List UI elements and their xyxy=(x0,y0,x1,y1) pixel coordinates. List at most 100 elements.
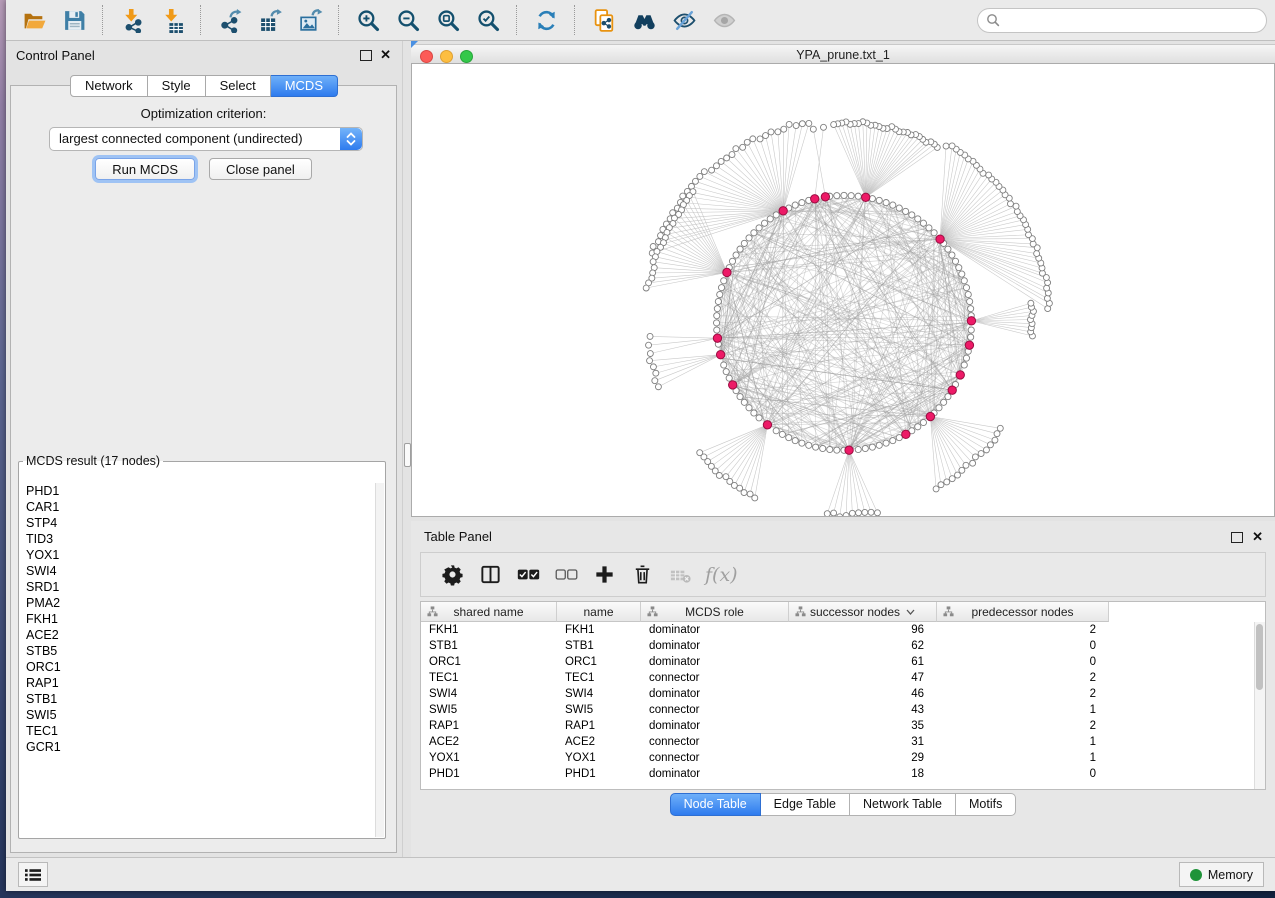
table-type-tabs: Node TableEdge TableNetwork TableMotifs xyxy=(411,793,1275,816)
mcds-result-item[interactable]: TEC1 xyxy=(20,723,376,739)
mcds-result-item[interactable]: CAR1 xyxy=(20,499,376,515)
table-cell: 2 xyxy=(937,622,1109,638)
table-row[interactable]: TEC1TEC1connector472 xyxy=(421,670,1255,686)
mcds-result-item[interactable]: PMA2 xyxy=(20,595,376,611)
tab-mcds[interactable]: MCDS xyxy=(271,75,338,97)
table-row[interactable]: YOX1YOX1connector291 xyxy=(421,750,1255,766)
float-panel-icon[interactable] xyxy=(360,50,372,61)
mcds-result-item[interactable]: GCR1 xyxy=(20,739,376,755)
delete-table-button[interactable] xyxy=(661,557,699,593)
table-cell: RAP1 xyxy=(421,718,557,734)
export-table-button[interactable] xyxy=(253,4,287,36)
table-cell: 2 xyxy=(937,670,1109,686)
mcds-result-item[interactable]: TID3 xyxy=(20,531,376,547)
mcds-result-scrollbar[interactable] xyxy=(375,483,384,837)
delete-columns-button[interactable] xyxy=(623,557,661,593)
mcds-result-item[interactable]: ORC1 xyxy=(20,659,376,675)
column-header-shared-name[interactable]: shared name xyxy=(421,602,557,622)
save-session-button[interactable] xyxy=(57,4,91,36)
network-graph[interactable] xyxy=(412,64,1274,516)
first-neighbors-button[interactable] xyxy=(627,4,661,36)
task-history-button[interactable] xyxy=(18,862,48,887)
table-cell: dominator xyxy=(641,686,789,702)
zoom-selected-button[interactable] xyxy=(471,4,505,36)
mcds-result-list[interactable]: PHD1CAR1STP4TID3YOX1SWI4SRD1PMA2FKH1ACE2… xyxy=(20,483,376,837)
table-cell: PHD1 xyxy=(421,766,557,782)
table-scrollbar[interactable] xyxy=(1254,622,1265,789)
refresh-arrows-icon xyxy=(534,8,559,33)
column-header-MCDS-role[interactable]: MCDS role xyxy=(641,602,789,622)
mcds-result-item[interactable]: STP4 xyxy=(20,515,376,531)
open-session-button[interactable] xyxy=(17,4,51,36)
close-panel-icon[interactable]: ✕ xyxy=(380,47,391,63)
column-header-name[interactable]: name xyxy=(557,602,641,622)
function-builder-button[interactable]: f(x) xyxy=(705,564,738,586)
tab-network-table[interactable]: Network Table xyxy=(850,793,956,816)
tab-network[interactable]: Network xyxy=(70,75,148,97)
import-network-button[interactable] xyxy=(115,4,149,36)
export-image-icon xyxy=(298,8,323,33)
add-column-button[interactable] xyxy=(585,557,623,593)
import-table-button[interactable] xyxy=(155,4,189,36)
optimization-criterion-label: Optimization criterion: xyxy=(11,106,396,121)
export-image-button[interactable] xyxy=(293,4,327,36)
deselect-all-rows-button[interactable] xyxy=(547,557,585,593)
table-cell: SWI5 xyxy=(421,702,557,718)
table-row[interactable]: ORC1ORC1dominator610 xyxy=(421,654,1255,670)
search-input[interactable] xyxy=(977,8,1267,33)
table-row[interactable]: SWI4SWI4dominator462 xyxy=(421,686,1255,702)
mcds-result-item[interactable]: STB1 xyxy=(20,691,376,707)
tab-style[interactable]: Style xyxy=(148,75,206,97)
zoom-fit-button[interactable] xyxy=(431,4,465,36)
table-header-row: shared namenameMCDS rolesuccessor nodesp… xyxy=(421,602,1109,622)
close-panel-icon[interactable]: ✕ xyxy=(1252,529,1263,545)
table-row[interactable]: PHD1PHD1dominator180 xyxy=(421,766,1255,782)
mcds-result-item[interactable]: SWI4 xyxy=(20,563,376,579)
network-window: YPA_prune.txt_1 xyxy=(411,41,1275,517)
scrollbar-thumb[interactable] xyxy=(1256,624,1263,690)
mcds-result-item[interactable]: FKH1 xyxy=(20,611,376,627)
select-all-rows-button[interactable] xyxy=(509,557,547,593)
run-mcds-button[interactable]: Run MCDS xyxy=(95,158,195,180)
mcds-result-item[interactable]: SWI5 xyxy=(20,707,376,723)
tab-motifs[interactable]: Motifs xyxy=(956,793,1016,816)
column-header-predecessor-nodes[interactable]: predecessor nodes xyxy=(937,602,1109,622)
apply-layout-button[interactable] xyxy=(529,4,563,36)
table-row[interactable]: SWI5SWI5connector431 xyxy=(421,702,1255,718)
table-row[interactable]: RAP1RAP1dominator352 xyxy=(421,718,1255,734)
mcds-result-item[interactable]: ACE2 xyxy=(20,627,376,643)
table-row[interactable]: ACE2ACE2connector311 xyxy=(421,734,1255,750)
network-canvas[interactable] xyxy=(411,63,1275,517)
splitter-grip[interactable] xyxy=(404,443,411,467)
memory-button[interactable]: Memory xyxy=(1179,862,1264,887)
show-all-button[interactable] xyxy=(707,4,741,36)
tab-edge-table[interactable]: Edge Table xyxy=(761,793,850,816)
float-panel-icon[interactable] xyxy=(1231,532,1243,543)
control-panel-title: Control Panel xyxy=(16,48,95,63)
close-panel-button[interactable]: Close panel xyxy=(209,158,312,180)
mcds-result-item[interactable]: STB5 xyxy=(20,643,376,659)
tab-node-table[interactable]: Node Table xyxy=(670,793,761,816)
export-network-button[interactable] xyxy=(213,4,247,36)
table-row[interactable]: FKH1FKH1dominator962 xyxy=(421,622,1255,638)
table-row[interactable]: STB1STB1dominator620 xyxy=(421,638,1255,654)
select-all-icon xyxy=(517,563,540,586)
zoom-in-button[interactable] xyxy=(351,4,385,36)
mcds-result-item[interactable]: YOX1 xyxy=(20,547,376,563)
toolbar-separator xyxy=(338,5,340,35)
optimization-dropdown[interactable]: largest connected component (undirected) xyxy=(49,127,363,151)
zoom-out-button[interactable] xyxy=(391,4,425,36)
mcds-result-item[interactable]: PHD1 xyxy=(20,483,376,499)
split-panel-button[interactable] xyxy=(471,557,509,593)
table-cell: STB1 xyxy=(557,638,641,654)
table-cell: 29 xyxy=(789,750,937,766)
hide-selection-button[interactable] xyxy=(667,4,701,36)
table-cell: connector xyxy=(641,702,789,718)
mcds-result-item[interactable]: SRD1 xyxy=(20,579,376,595)
table-cell: 43 xyxy=(789,702,937,718)
new-network-from-selection-button[interactable] xyxy=(587,4,621,36)
tab-select[interactable]: Select xyxy=(206,75,271,97)
table-settings-button[interactable] xyxy=(433,557,471,593)
mcds-result-item[interactable]: RAP1 xyxy=(20,675,376,691)
column-header-successor-nodes[interactable]: successor nodes xyxy=(789,602,937,622)
